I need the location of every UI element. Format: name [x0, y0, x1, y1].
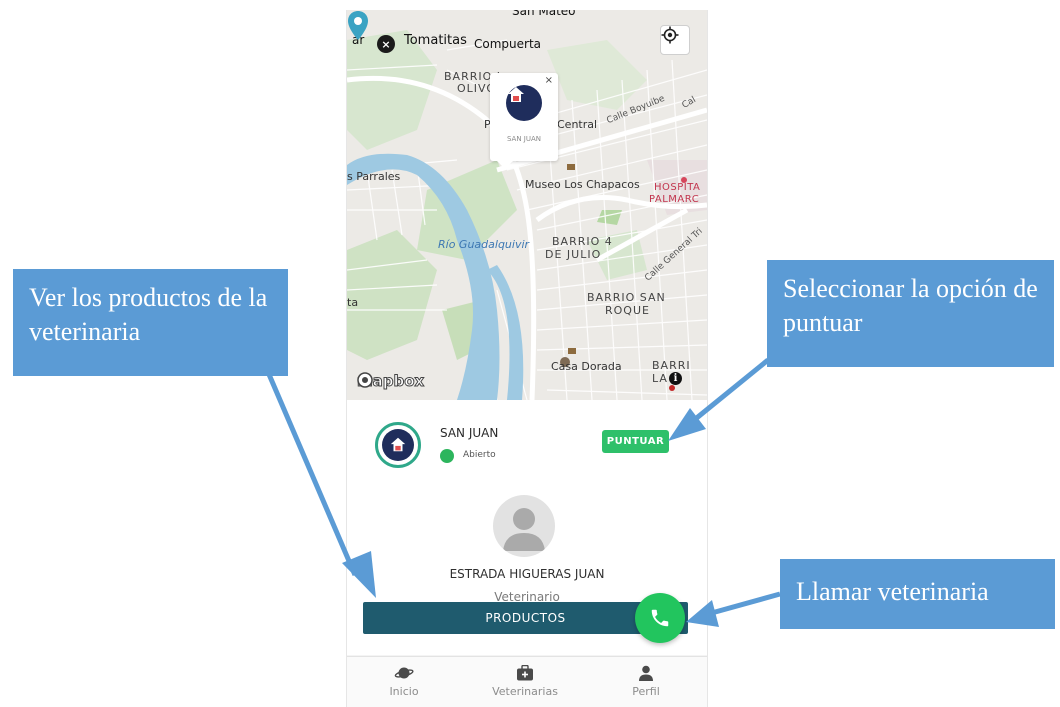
annotation-arrows: [265, 358, 781, 627]
arrow-to-puntuar: [686, 358, 770, 427]
arrowhead-call: [686, 600, 719, 627]
arrow-to-call: [707, 591, 781, 617]
arrow-to-productos: [265, 371, 358, 576]
